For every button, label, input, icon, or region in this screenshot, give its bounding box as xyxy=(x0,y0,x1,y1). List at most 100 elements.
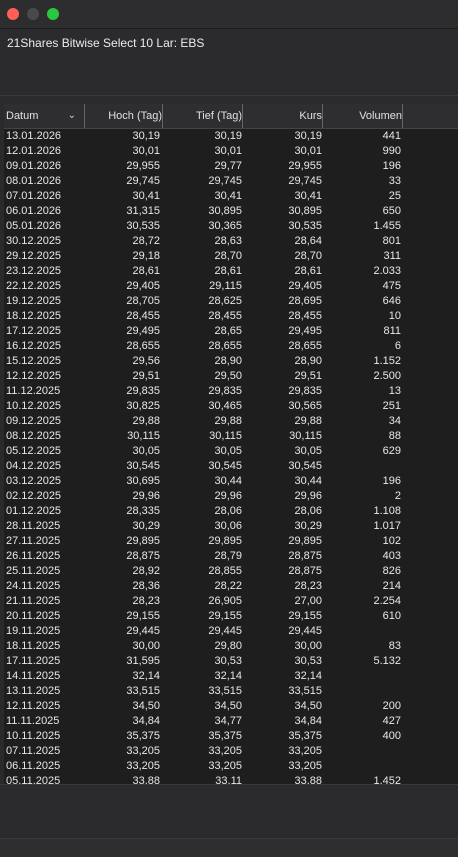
cell-volumen: 801 xyxy=(382,235,401,247)
table-row[interactable]: 19.12.2025 28,705 28,625 28,695 646 xyxy=(4,294,458,309)
table-row[interactable]: 28.11.2025 30,29 30,06 30,29 1.017 xyxy=(4,519,458,534)
table-row[interactable]: 18.12.2025 28,455 28,455 28,455 10 xyxy=(4,309,458,324)
column-header-volumen[interactable]: Volumen xyxy=(324,104,403,128)
table-row[interactable]: 05.12.2025 30,05 30,05 30,05 629 xyxy=(4,444,458,459)
table-row[interactable]: 06.01.2026 31,315 30,895 30,895 650 xyxy=(4,204,458,219)
table-row[interactable]: 12.01.2026 30,01 30,01 30,01 990 xyxy=(4,144,458,159)
cell-kurs: 28,875 xyxy=(288,550,322,562)
cell-kurs: 30,115 xyxy=(289,430,322,442)
table-row[interactable]: 04.12.2025 30,545 30,545 30,545 xyxy=(4,459,458,474)
cell-volumen: 2.033 xyxy=(373,265,401,277)
cell-kurs: 29,155 xyxy=(288,610,322,622)
table-row[interactable]: 01.12.2025 28,335 28,06 28,06 1.108 xyxy=(4,504,458,519)
column-header-kurs[interactable]: Kurs xyxy=(244,104,323,128)
cell-datum: 09.12.2025 xyxy=(6,415,62,427)
table-row[interactable]: 19.11.2025 29,445 29,445 29,445 xyxy=(4,624,458,639)
table-row[interactable]: 25.11.2025 28,92 28,855 28,875 826 xyxy=(4,564,458,579)
table-row[interactable]: 21.11.2025 28,23 26,905 27,00 2.254 xyxy=(4,594,458,609)
table-row[interactable]: 23.12.2025 28,61 28,61 28,61 2.033 xyxy=(4,264,458,279)
table-row[interactable]: 13.01.2026 30,19 30,19 30,19 441 xyxy=(4,129,458,144)
cell-volumen: 990 xyxy=(382,145,401,157)
column-header-datum-label: Datum xyxy=(6,110,39,122)
cell-datum: 22.12.2025 xyxy=(6,280,62,292)
cell-datum: 04.12.2025 xyxy=(6,460,62,472)
cell-kurs: 27,00 xyxy=(294,595,322,607)
table-row[interactable]: 02.12.2025 29,96 29,96 29,96 2 xyxy=(4,489,458,504)
page-title: 21Shares Bitwise Select 10 Lar: EBS xyxy=(7,36,205,50)
table-row[interactable]: 06.11.2025 33,205 33,205 33,205 xyxy=(4,759,458,774)
table-row[interactable]: 29.12.2025 29,18 28,70 28,70 311 xyxy=(4,249,458,264)
table-row[interactable]: 16.12.2025 28,655 28,655 28,655 6 xyxy=(4,339,458,354)
cell-hoch: 28,72 xyxy=(132,235,160,247)
table-row[interactable]: 13.11.2025 33,515 33,515 33,515 xyxy=(4,684,458,699)
close-window-button[interactable] xyxy=(7,8,19,20)
table-row[interactable]: 17.12.2025 29,495 28,65 29,495 811 xyxy=(4,324,458,339)
table-row[interactable]: 26.11.2025 28,875 28,79 28,875 403 xyxy=(4,549,458,564)
cell-hoch: 28,875 xyxy=(126,550,160,562)
table-row[interactable]: 12.12.2025 29,51 29,50 29,51 2.500 xyxy=(4,369,458,384)
cell-kurs: 30,01 xyxy=(294,145,322,157)
table-row[interactable]: 18.11.2025 30,00 29,80 30,00 83 xyxy=(4,639,458,654)
table-row[interactable]: 12.11.2025 34,50 34,50 34,50 200 xyxy=(4,699,458,714)
minimize-window-button[interactable] xyxy=(27,8,39,20)
chevron-down-icon[interactable]: ⌄ xyxy=(68,104,76,128)
table-row[interactable]: 05.01.2026 30,535 30,365 30,535 1.455 xyxy=(4,219,458,234)
column-header-tief[interactable]: Tief (Tag) xyxy=(164,104,243,128)
price-table[interactable]: Datum ⌄ Hoch (Tag) Tief (Tag) Kurs Volum… xyxy=(4,104,458,784)
column-header-hoch[interactable]: Hoch (Tag) xyxy=(84,104,163,128)
cell-hoch: 29,96 xyxy=(132,490,160,502)
cell-hoch: 28,61 xyxy=(132,265,160,277)
table-row[interactable]: 20.11.2025 29,155 29,155 29,155 610 xyxy=(4,609,458,624)
table-row[interactable]: 15.12.2025 29,56 28,90 28,90 1.152 xyxy=(4,354,458,369)
cell-tief: 28,06 xyxy=(214,505,242,517)
cell-hoch: 29,445 xyxy=(126,625,160,637)
cell-hoch: 29,745 xyxy=(126,175,160,187)
table-row[interactable]: 10.12.2025 30,825 30,465 30,565 251 xyxy=(4,399,458,414)
table-row[interactable]: 07.01.2026 30,41 30,41 30,41 25 xyxy=(4,189,458,204)
table-row[interactable]: 11.11.2025 34,84 34,77 34,84 427 xyxy=(4,714,458,729)
table-row[interactable]: 09.12.2025 29,88 29,88 29,88 34 xyxy=(4,414,458,429)
cell-tief: 29,745 xyxy=(208,175,242,187)
cell-hoch: 29,405 xyxy=(126,280,160,292)
cell-volumen: 196 xyxy=(382,160,401,172)
status-bar xyxy=(0,838,458,857)
column-header-kurs-label: Kurs xyxy=(299,110,322,122)
table-row[interactable]: 08.01.2026 29,745 29,745 29,745 33 xyxy=(4,174,458,189)
cell-hoch: 31,595 xyxy=(126,655,160,667)
cell-datum: 08.12.2025 xyxy=(6,430,62,442)
cell-hoch: 29,895 xyxy=(126,535,160,547)
table-row[interactable]: 14.11.2025 32,14 32,14 32,14 xyxy=(4,669,458,684)
cell-volumen: 1.452 xyxy=(373,775,401,784)
cell-kurs: 28,695 xyxy=(288,295,322,307)
table-row[interactable]: 27.11.2025 29,895 29,895 29,895 102 xyxy=(4,534,458,549)
table-row[interactable]: 08.12.2025 30,115 30,115 30,115 88 xyxy=(4,429,458,444)
cell-hoch: 33,88 xyxy=(132,775,160,784)
cell-datum: 26.11.2025 xyxy=(6,550,61,562)
table-row[interactable]: 17.11.2025 31,595 30,53 30,53 5.132 xyxy=(4,654,458,669)
cell-tief: 28,61 xyxy=(214,265,242,277)
cell-tief: 30,53 xyxy=(214,655,242,667)
cell-datum: 09.01.2026 xyxy=(6,160,62,172)
table-row[interactable]: 09.01.2026 29,955 29,77 29,955 196 xyxy=(4,159,458,174)
cell-tief: 30,465 xyxy=(208,400,242,412)
cell-datum: 17.11.2025 xyxy=(6,655,61,667)
cell-tief: 33,205 xyxy=(208,760,242,772)
cell-kurs: 28,875 xyxy=(288,565,322,577)
cell-volumen: 427 xyxy=(382,715,401,727)
table-row[interactable]: 07.11.2025 33,205 33,205 33,205 xyxy=(4,744,458,759)
table-row[interactable]: 11.12.2025 29,835 29,835 29,835 13 xyxy=(4,384,458,399)
cell-datum: 30.12.2025 xyxy=(6,235,62,247)
table-row[interactable]: 30.12.2025 28,72 28,63 28,64 801 xyxy=(4,234,458,249)
cell-hoch: 29,18 xyxy=(132,250,160,262)
table-row[interactable]: 24.11.2025 28,36 28,22 28,23 214 xyxy=(4,579,458,594)
table-row[interactable]: 10.11.2025 35,375 35,375 35,375 400 xyxy=(4,729,458,744)
table-row[interactable]: 22.12.2025 29,405 29,115 29,405 475 xyxy=(4,279,458,294)
table-row[interactable]: 03.12.2025 30,695 30,44 30,44 196 xyxy=(4,474,458,489)
column-header-datum[interactable]: Datum ⌄ xyxy=(4,104,85,128)
zoom-window-button[interactable] xyxy=(47,8,59,20)
cell-kurs: 28,61 xyxy=(294,265,322,277)
table-row[interactable]: 05.11.2025 33,88 33,11 33,88 1.452 xyxy=(4,774,458,784)
cell-datum: 02.12.2025 xyxy=(6,490,62,502)
cell-kurs: 28,23 xyxy=(294,580,322,592)
footer-area xyxy=(0,784,458,839)
